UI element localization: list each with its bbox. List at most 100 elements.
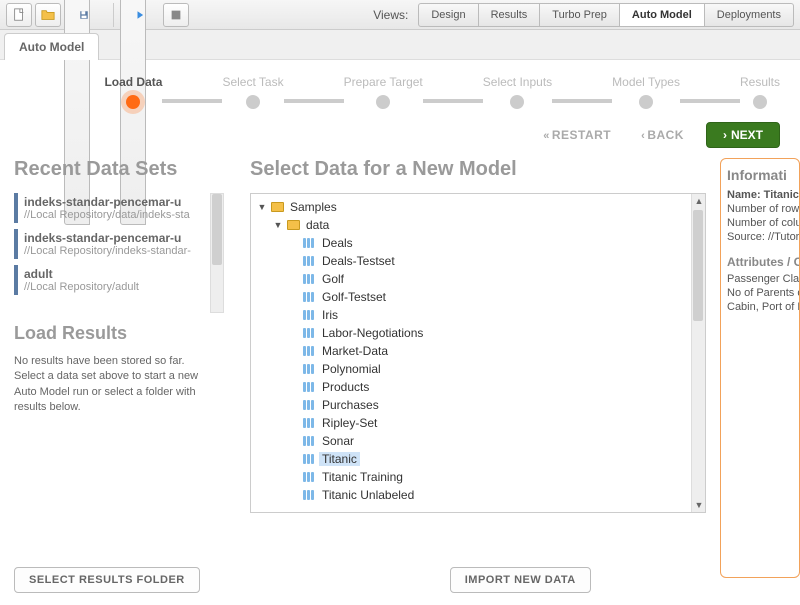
import-new-data-button[interactable]: IMPORT NEW DATA (450, 567, 591, 593)
recent-item[interactable]: indeks-standar-pencemar-u //Local Reposi… (14, 229, 224, 259)
tree-scrollbar[interactable]: ▲ ▼ (691, 194, 705, 512)
dataset-icon (302, 237, 316, 249)
view-tab-design[interactable]: Design (418, 3, 478, 27)
load-results-title: Load Results (14, 323, 224, 344)
scroll-up-icon[interactable]: ▲ (692, 194, 706, 208)
dataset-icon (302, 291, 316, 303)
tree-item-ripley-set[interactable]: Ripley-Set (253, 414, 703, 432)
tree-item-label: data (303, 218, 332, 232)
tree-item-label: Products (319, 380, 372, 394)
tree-item-label: Titanic Training (319, 470, 406, 484)
tree-item-purchases[interactable]: Purchases (253, 396, 703, 414)
chevron-right-icon: › (723, 128, 727, 142)
folder-icon (286, 219, 300, 231)
step-line (680, 99, 740, 103)
tree-item-label: Iris (319, 308, 341, 322)
tree-item-label: Purchases (319, 398, 382, 412)
info-panel: Informati Name: Titanic Number of rows N… (720, 158, 800, 578)
dataset-icon (302, 327, 316, 339)
tree-item-titanic-training[interactable]: Titanic Training (253, 468, 703, 486)
next-button[interactable]: ›NEXT (706, 122, 780, 148)
tab-auto-model[interactable]: Auto Model (4, 33, 99, 60)
tree-item-titanic-unlabeled[interactable]: Titanic Unlabeled (253, 486, 703, 504)
tree-item-products[interactable]: Products (253, 378, 703, 396)
tree-item-sonar[interactable]: Sonar (253, 432, 703, 450)
scroll-down-icon[interactable]: ▼ (692, 498, 706, 512)
info-attr: Passenger Class (727, 273, 793, 285)
restart-button[interactable]: «RESTART (535, 123, 619, 147)
tree-item-labor-negotiations[interactable]: Labor-Negotiations (253, 324, 703, 342)
tree-item-label: Titanic (319, 452, 360, 466)
tree-item-label: Deals-Testset (319, 254, 398, 268)
step-prepare-target[interactable]: Prepare Target (344, 75, 423, 109)
tree-item-iris[interactable]: Iris (253, 306, 703, 324)
tree-item-label: Golf-Testset (319, 290, 389, 304)
recent-data-sets-title: Recent Data Sets (14, 158, 224, 181)
load-results-text: No results have been stored so far. Sele… (14, 354, 224, 416)
back-button[interactable]: ‹BACK (633, 123, 692, 147)
tree-toggle-icon[interactable]: ▼ (273, 220, 283, 230)
step-load-data[interactable]: Load Data (104, 75, 162, 109)
open-folder-button[interactable] (35, 3, 61, 27)
tree-item-polynomial[interactable]: Polynomial (253, 360, 703, 378)
recent-data-sets-list: indeks-standar-pencemar-u //Local Reposi… (14, 193, 224, 313)
new-file-button[interactable] (6, 3, 32, 27)
tree-item-golf-testset[interactable]: Golf-Testset (253, 288, 703, 306)
folder-icon (270, 201, 284, 213)
top-toolbar: ▼ ▼ Views: Design Results Turbo Prep Aut… (0, 0, 800, 30)
step-line (423, 99, 483, 103)
step-line (552, 99, 612, 103)
recent-item[interactable]: adult //Local Repository/adult (14, 265, 224, 295)
recent-item[interactable]: indeks-standar-pencemar-u //Local Reposi… (14, 193, 224, 223)
dataset-tree: ▼ Samples ▼ data Deals Deals-Testset Golf Golf-… (250, 193, 706, 513)
tree-item-label: Golf (319, 272, 347, 286)
view-tab-auto-model[interactable]: Auto Model (620, 3, 705, 27)
stop-button[interactable] (163, 3, 189, 27)
dataset-icon (302, 417, 316, 429)
view-tabs: Design Results Turbo Prep Auto Model Dep… (418, 3, 794, 27)
dataset-icon (302, 309, 316, 321)
tree-toggle-icon[interactable]: ▼ (257, 202, 267, 212)
view-tab-deployments[interactable]: Deployments (705, 3, 794, 27)
dataset-icon (302, 273, 316, 285)
step-select-inputs[interactable]: Select Inputs (483, 75, 552, 109)
tree-folder-samples[interactable]: ▼ Samples (253, 198, 703, 216)
view-tab-turbo-prep[interactable]: Turbo Prep (540, 3, 620, 27)
step-line (162, 99, 222, 103)
views-label: Views: (373, 8, 408, 22)
tree-item-label: Polynomial (319, 362, 384, 376)
dataset-icon (302, 435, 316, 447)
tree-item-deals-testset[interactable]: Deals-Testset (253, 252, 703, 270)
info-cols-count: Number of colum (727, 217, 793, 229)
info-name: Name: Titanic (727, 189, 793, 201)
info-attr: Cabin, Port of Em (727, 301, 793, 313)
dataset-icon (302, 345, 316, 357)
select-results-folder-button[interactable]: SELECT RESULTS FOLDER (14, 567, 200, 593)
tree-item-label: Samples (287, 200, 340, 214)
dataset-icon (302, 399, 316, 411)
recent-scrollbar[interactable] (210, 193, 224, 313)
info-source: Source: //Tutori (727, 231, 793, 243)
tree-item-golf[interactable]: Golf (253, 270, 703, 288)
step-results[interactable]: Results (740, 75, 780, 109)
step-model-types[interactable]: Model Types (612, 75, 680, 109)
step-select-task[interactable]: Select Task (222, 75, 283, 109)
tree-item-label: Titanic Unlabeled (319, 488, 417, 502)
select-data-title: Select Data for a New Model (250, 158, 706, 181)
info-heading: Informati (727, 167, 793, 183)
tree-folder-data[interactable]: ▼ data (253, 216, 703, 234)
view-tab-results[interactable]: Results (479, 3, 541, 27)
dataset-icon (302, 363, 316, 375)
tree-item-titanic[interactable]: Titanic (253, 450, 703, 468)
tree-item-deals[interactable]: Deals (253, 234, 703, 252)
info-rows-count: Number of rows (727, 203, 793, 215)
tree-item-label: Market-Data (319, 344, 391, 358)
dataset-icon (302, 489, 316, 501)
tree-item-market-data[interactable]: Market-Data (253, 342, 703, 360)
tree-item-label: Labor-Negotiations (319, 326, 426, 340)
info-attributes-heading: Attributes / C (727, 255, 793, 269)
dataset-icon (302, 471, 316, 483)
dataset-icon (302, 255, 316, 267)
dataset-icon (302, 453, 316, 465)
chevron-double-left-icon: « (543, 130, 550, 142)
